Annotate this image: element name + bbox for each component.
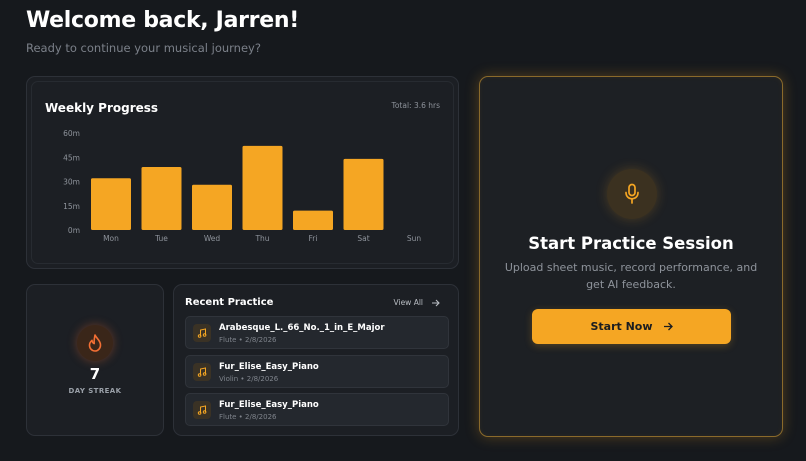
recent-practice-meta: Flute • 2/8/2026 [219,336,277,344]
x-tick-label: Mon [103,234,119,243]
x-tick-label: Wed [204,234,221,243]
streak-label: DAY STREAK [68,387,122,395]
start-practice-title: Start Practice Session [528,234,734,253]
recent-practice-meta: Flute • 2/8/2026 [219,413,277,421]
bar-wed [192,184,232,230]
recent-practice-card: Recent Practice View All Arabesque_L._66… [173,284,459,436]
y-tick-label: 0m [68,226,80,235]
music-note-icon [193,363,211,381]
page-title: Welcome back, Jarren! [26,8,299,33]
x-tick-label: Tue [154,234,168,243]
y-tick-label: 30m [63,178,80,187]
arrow-right-icon [663,322,673,331]
view-all-label: View All [393,298,423,307]
recent-practice-name: Fur_Elise_Easy_Piano [219,362,319,372]
x-tick-label: Fri [309,234,318,243]
view-all-link[interactable]: View All [394,298,440,307]
start-now-button[interactable]: Start Now [532,309,731,344]
day-streak-card: 7 DAY STREAK [26,284,164,436]
microphone-icon [607,169,657,219]
recent-practice-item[interactable]: Arabesque_L._66_No._1_in_E_Major Flute •… [185,316,449,349]
weekly-progress-chart: 0m 15m 30m 45m 60m Mon Tue Wed Thu Fri Sat Sun [63,129,422,243]
page-header: Welcome back, Jarren! Ready to continue … [26,8,299,55]
music-note-icon [193,324,211,342]
recent-practice-item[interactable]: Fur_Elise_Easy_Piano Violin • 2/8/2026 [185,355,449,388]
start-practice-description: Upload sheet music, record performance, … [504,261,758,291]
flame-icon [77,325,113,361]
bar-mon [91,178,131,230]
x-tick-label: Sun [407,234,422,243]
start-now-label: Start Now [590,320,653,333]
arrow-right-icon [432,299,440,306]
y-tick-label: 15m [63,202,80,211]
recent-practice-name: Arabesque_L._66_No._1_in_E_Major [219,323,385,333]
y-tick-label: 60m [63,129,80,138]
bar-sat [343,158,384,230]
x-tick-label: Sat [357,234,369,243]
y-tick-label: 45m [63,153,80,162]
recent-practice-item[interactable]: Fur_Elise_Easy_Piano Flute • 2/8/2026 [185,393,449,426]
bar-thu [242,145,283,230]
recent-practice-meta: Violin • 2/8/2026 [219,375,279,383]
streak-count: 7 [89,365,101,383]
weekly-progress-card: Weekly Progress Total: 3.6 hrs 0m 15m 30m 4… [26,76,459,269]
bar-fri [293,210,333,230]
x-tick-label: Thu [254,234,269,243]
page-subtitle: Ready to continue your musical journey? [26,41,261,55]
recent-practice-name: Fur_Elise_Easy_Piano [219,400,319,410]
start-practice-card: Start Practice Session Upload sheet musi… [479,76,783,437]
bar-tue [141,166,182,230]
recent-practice-title: Recent Practice [185,297,274,308]
music-note-icon [193,401,211,419]
